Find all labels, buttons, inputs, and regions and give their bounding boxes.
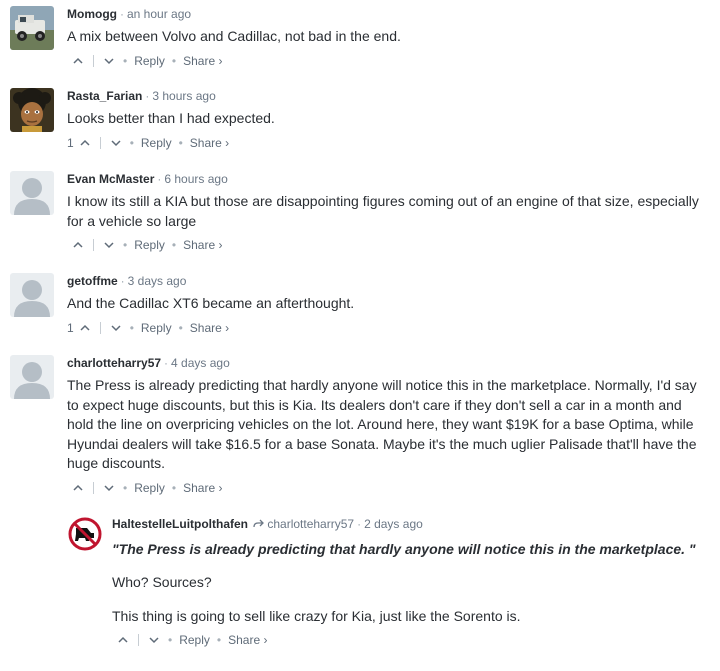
comment-actions: 1 • Reply • Share ›: [67, 136, 706, 150]
upvote-icon[interactable]: [78, 136, 92, 150]
vote-divider: [138, 634, 139, 646]
meta-separator: ·: [157, 172, 162, 186]
upvote-icon[interactable]: [71, 54, 85, 68]
action-separator: •: [171, 480, 177, 495]
no-entry-sign-avatar[interactable]: [67, 516, 111, 560]
comment-actions: • Reply • Share ›: [67, 238, 706, 252]
comment-text: And the Cadillac XT6 became an afterthou…: [67, 295, 355, 311]
meta-separator: ·: [145, 89, 150, 103]
upvote-icon[interactable]: [71, 238, 85, 252]
comment-meta: Momogg · an hour ago: [67, 7, 706, 21]
downvote-icon[interactable]: [147, 633, 161, 647]
share-button[interactable]: Share ›: [183, 54, 222, 68]
comment-meta: getoffme · 3 days ago: [67, 274, 706, 288]
upvote-icon[interactable]: [71, 481, 85, 495]
reply-button[interactable]: Reply: [179, 633, 210, 647]
downvote-icon[interactable]: [102, 481, 116, 495]
meta-separator: ·: [120, 7, 124, 21]
comment-actions: • Reply • Share ›: [67, 481, 706, 495]
upvote-count: 1: [67, 320, 74, 335]
comment-text: A mix between Volvo and Cadillac, not ba…: [67, 28, 401, 44]
default-user-avatar[interactable]: [10, 273, 54, 317]
comment-meta: Rasta_Farian · 3 hours ago: [67, 89, 706, 103]
comment-meta: HaltestelleLuitpolthafen charlotteharry5…: [112, 517, 707, 532]
vote-divider: [93, 239, 94, 251]
action-separator: •: [168, 633, 173, 647]
reply-button[interactable]: Reply: [134, 481, 165, 495]
comment-meta: charlotteharry57 · 4 days ago: [67, 356, 706, 370]
comment-text: The Press is already predicting that har…: [67, 377, 697, 471]
downvote-icon[interactable]: [102, 238, 116, 252]
comment-time[interactable]: 3 days ago: [128, 274, 187, 288]
downvote-icon[interactable]: [102, 54, 116, 68]
action-separator: •: [178, 135, 183, 150]
share-button[interactable]: Share ›: [183, 481, 222, 495]
reply-button[interactable]: Reply: [141, 136, 172, 150]
comment-author[interactable]: getoffme: [67, 274, 118, 288]
downvote-icon[interactable]: [109, 321, 123, 335]
action-separator: •: [171, 53, 177, 68]
comment-text: This thing is going to sell like crazy f…: [112, 607, 521, 624]
comment-meta: Evan McMaster · 6 hours ago: [67, 172, 706, 186]
vote-divider: [99, 321, 101, 334]
reply-button[interactable]: Reply: [141, 321, 172, 335]
in-reply-to-author[interactable]: charlotteharry57: [267, 517, 354, 531]
action-separator: •: [178, 320, 183, 335]
jeep-photo-avatar[interactable]: [10, 6, 54, 50]
share-button[interactable]: Share ›: [183, 238, 222, 252]
comment-actions: • Reply • Share ›: [67, 54, 706, 68]
comment-text: I know its still a KIA but those are dis…: [67, 193, 699, 229]
action-separator: •: [123, 53, 128, 68]
upvote-icon[interactable]: [78, 321, 92, 335]
action-separator: •: [123, 480, 128, 495]
action-separator: •: [171, 238, 177, 252]
vote-divider: [93, 54, 94, 67]
comment-time[interactable]: 3 hours ago: [152, 89, 215, 103]
reply-button[interactable]: Reply: [134, 238, 165, 252]
action-separator: •: [129, 320, 134, 335]
comment-author[interactable]: charlotteharry57: [67, 356, 161, 370]
comment-time[interactable]: 6 hours ago: [164, 172, 227, 186]
comment-text: Looks better than I had expected.: [67, 110, 275, 126]
comment-time[interactable]: 4 days ago: [171, 356, 230, 370]
default-user-avatar[interactable]: [10, 355, 54, 399]
share-button[interactable]: Share ›: [190, 321, 229, 335]
reply-button[interactable]: Reply: [134, 54, 165, 68]
comment-actions: • Reply • Share ›: [112, 633, 707, 647]
action-separator: •: [123, 238, 128, 252]
comment-author[interactable]: Rasta_Farian: [67, 89, 142, 103]
quoted-text: "The Press is already predicting that ha…: [112, 541, 696, 557]
downvote-icon[interactable]: [109, 136, 123, 150]
comment-text: Who? Sources?: [112, 574, 212, 590]
action-separator: •: [129, 135, 134, 150]
comment-time[interactable]: 2 days ago: [364, 517, 423, 531]
reply-arrow-icon: [253, 518, 265, 532]
vote-divider: [99, 136, 101, 149]
upvote-count: 1: [67, 135, 74, 150]
upvote-icon[interactable]: [116, 633, 130, 647]
comment-author[interactable]: Evan McMaster: [67, 172, 154, 186]
share-button[interactable]: Share ›: [190, 136, 229, 150]
comment-author[interactable]: HaltestelleLuitpolthafen: [112, 517, 248, 531]
cartoon-avatar[interactable]: [10, 88, 54, 132]
comment-time[interactable]: an hour ago: [127, 7, 191, 21]
comment-actions: 1 • Reply • Share ›: [67, 321, 706, 335]
meta-separator: ·: [357, 517, 362, 531]
meta-separator: ·: [120, 274, 125, 288]
default-user-avatar[interactable]: [10, 171, 54, 215]
comment-author[interactable]: Momogg: [67, 7, 117, 21]
share-button[interactable]: Share ›: [228, 633, 267, 647]
vote-divider: [93, 481, 94, 494]
action-separator: •: [216, 633, 222, 647]
meta-separator: ·: [164, 356, 169, 370]
